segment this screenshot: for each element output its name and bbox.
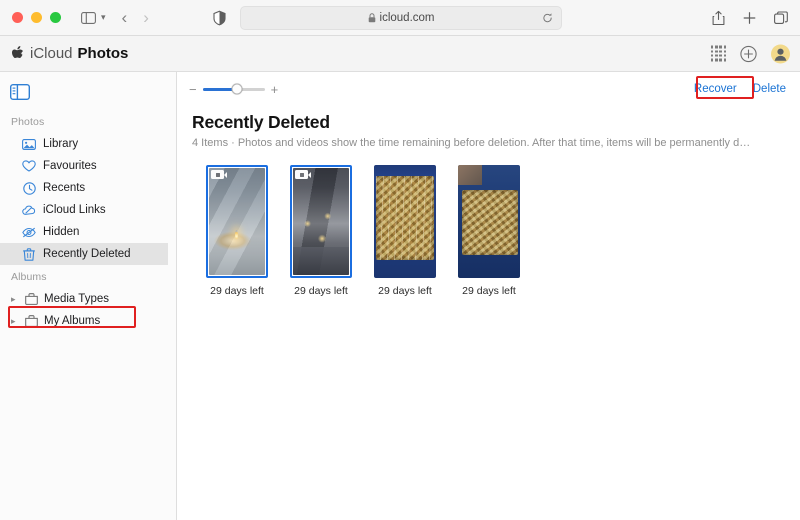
sidebar-toggle-icon <box>10 84 176 100</box>
sidebar-item-label: Hidden <box>43 226 80 238</box>
photo-thumbnail[interactable] <box>206 165 268 278</box>
sidebar-collapse-button[interactable] <box>0 80 176 110</box>
address-text[interactable]: icloud.com <box>380 12 435 24</box>
minimize-window-button[interactable] <box>31 12 42 23</box>
main-content: − + Recover Delete Recently Deleted 4 It… <box>177 72 800 520</box>
photo-caption: 29 days left <box>462 285 516 297</box>
photo-thumbnail[interactable] <box>374 165 436 278</box>
photo-grid: 29 days left 29 days left 29 days left 2… <box>177 149 800 297</box>
zoom-slider[interactable]: − + <box>189 83 278 96</box>
photo-image <box>209 168 265 275</box>
video-badge-icon <box>295 170 311 179</box>
zoom-slider-knob[interactable] <box>231 83 243 95</box>
delete-button[interactable]: Delete <box>753 83 786 95</box>
sidebar-item-label: Media Types <box>44 293 109 305</box>
sidebar-item-icloud-links[interactable]: iCloud Links <box>0 199 176 221</box>
maximize-window-button[interactable] <box>50 12 61 23</box>
sidebar-item-label: Recently Deleted <box>43 248 131 260</box>
main-toolbar: − + Recover Delete <box>177 72 800 106</box>
sidebar-item-recently-deleted[interactable]: Recently Deleted <box>0 243 168 265</box>
privacy-shield-icon[interactable] <box>213 10 226 25</box>
photo-item[interactable]: 29 days left <box>206 165 268 297</box>
photo-thumbnail[interactable] <box>458 165 520 278</box>
sidebar-section-albums-title: Albums <box>11 271 47 283</box>
photo-item[interactable]: 29 days left <box>374 165 436 297</box>
app-grid-icon[interactable] <box>710 45 726 62</box>
share-icon[interactable] <box>712 10 725 25</box>
video-badge-icon <box>211 170 227 179</box>
forward-button[interactable]: › <box>143 9 149 26</box>
brand-app-label: Photos <box>77 45 129 62</box>
navigation-arrows: ‹ › <box>122 9 149 26</box>
new-tab-icon[interactable] <box>743 11 756 24</box>
photo-image <box>458 165 520 278</box>
sidebar-item-label: Favourites <box>43 160 97 172</box>
reload-icon[interactable] <box>542 13 553 24</box>
account-avatar[interactable] <box>771 44 790 63</box>
sidebar-icon <box>81 11 96 24</box>
sidebar-item-media-types[interactable]: ▸ Media Types <box>0 288 176 310</box>
app-body: Photos Library Favourites Recents iCloud… <box>0 72 800 520</box>
page-subtitle: 4 Items · Photos and videos show the tim… <box>192 137 751 149</box>
zoom-in-label[interactable]: + <box>271 83 279 96</box>
sidebar-item-recents[interactable]: Recents <box>0 177 176 199</box>
photo-image <box>293 168 349 275</box>
photo-image <box>374 165 436 278</box>
eye-slash-icon <box>22 225 36 239</box>
chevron-right-icon[interactable]: ▸ <box>11 316 19 327</box>
heart-icon <box>22 159 36 173</box>
address-bar[interactable]: icloud.com <box>240 6 562 30</box>
sidebar-item-label: My Albums <box>44 315 101 327</box>
recover-button[interactable]: Recover <box>694 83 737 95</box>
sidebar-item-my-albums[interactable]: ▸ My Albums <box>0 310 176 332</box>
chevron-down-icon[interactable]: ▾ <box>101 12 106 23</box>
folder-icon <box>25 315 38 327</box>
tab-overview-icon[interactable] <box>774 11 788 24</box>
back-button[interactable]: ‹ <box>122 9 128 26</box>
photo-thumbnail[interactable] <box>290 165 352 278</box>
sidebar-item-label: Library <box>43 138 79 150</box>
photo-library-icon <box>22 137 36 151</box>
photo-item[interactable]: 29 days left <box>458 165 520 297</box>
brand-icloud-label: iCloud <box>30 45 73 62</box>
clock-icon <box>22 181 36 195</box>
sidebar-item-favourites[interactable]: Favourites <box>0 155 176 177</box>
zoom-out-label[interactable]: − <box>189 83 197 96</box>
page-title: Recently Deleted <box>192 112 330 132</box>
photo-caption: 29 days left <box>210 285 264 297</box>
sidebar-item-label: iCloud Links <box>43 204 106 216</box>
selection-actions: Recover Delete <box>694 83 786 95</box>
app-header-actions <box>710 44 790 63</box>
trash-icon <box>22 247 36 261</box>
sidebar: Photos Library Favourites Recents iCloud… <box>0 72 177 520</box>
browser-toolbar-right <box>712 10 788 25</box>
sidebar-item-label: Recents <box>43 182 86 194</box>
browser-sidebar-toggle-button[interactable]: ▾ <box>81 11 106 24</box>
chevron-right-icon[interactable]: ▸ <box>11 294 19 305</box>
icloud-app-header: iCloud Photos <box>0 36 800 72</box>
folder-icon <box>25 293 38 305</box>
cloud-link-icon <box>22 203 36 217</box>
browser-toolbar: ▾ ‹ › icloud.com <box>0 0 800 36</box>
apple-logo-icon <box>12 46 25 61</box>
sidebar-item-library[interactable]: Library <box>0 133 176 155</box>
sidebar-item-hidden[interactable]: Hidden <box>0 221 176 243</box>
icloud-brand[interactable]: iCloud Photos <box>12 45 128 62</box>
lock-icon <box>368 13 376 23</box>
photo-item[interactable]: 29 days left <box>290 165 352 297</box>
photo-caption: 29 days left <box>378 285 432 297</box>
close-window-button[interactable] <box>12 12 23 23</box>
plus-circle-icon[interactable] <box>740 45 757 62</box>
sidebar-section-photos-title: Photos <box>11 116 45 128</box>
traffic-lights <box>12 12 61 23</box>
photo-caption: 29 days left <box>294 285 348 297</box>
zoom-slider-track[interactable] <box>202 83 265 95</box>
